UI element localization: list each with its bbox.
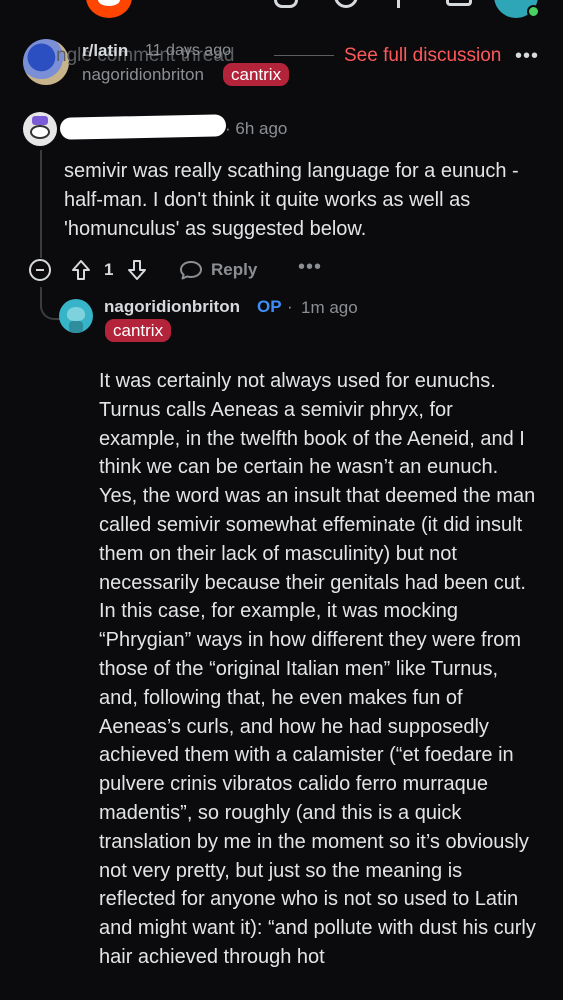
vote-count: 1 (104, 260, 114, 279)
reply-button[interactable]: Reply (211, 260, 257, 280)
upvote-icon[interactable] (70, 259, 92, 281)
reply-icon[interactable] (179, 259, 203, 281)
op-badge: OP (257, 297, 282, 316)
comment-more-icon[interactable]: ••• (298, 256, 322, 279)
reply-text: It was certainly not always used for eun… (99, 370, 536, 968)
see-full-discussion-link[interactable]: See full discussion (344, 45, 501, 67)
comment-body: semivir was really scathing language for… (64, 157, 544, 244)
commenter-avatar[interactable] (23, 112, 57, 146)
online-indicator (527, 5, 540, 18)
reply-author[interactable]: nagoridionbriton (104, 297, 240, 317)
op-avatar[interactable] (59, 299, 93, 333)
reply-body: It was certainly not always used for eun… (99, 367, 539, 972)
thread-line (40, 150, 42, 258)
inbox-icon[interactable] (446, 0, 472, 6)
thread-author[interactable]: nagoridionbriton (82, 65, 204, 85)
reply-author-flair: cantrix (105, 319, 172, 342)
subreddit-name[interactable]: r/latin (82, 41, 128, 61)
collapse-icon[interactable] (29, 259, 51, 281)
chat-icon[interactable] (274, 0, 298, 8)
header-divider (274, 55, 334, 56)
menu-icon[interactable] (6, 0, 36, 6)
comment-text: semivir was really scathing language for… (64, 160, 519, 240)
downvote-icon[interactable] (126, 259, 148, 281)
plus-icon[interactable] (397, 0, 400, 8)
separator-dot: · (287, 297, 293, 316)
search-icon[interactable] (334, 0, 358, 8)
top-nav-bar (0, 0, 563, 24)
reddit-logo-icon[interactable] (86, 0, 132, 18)
reply-time: 1m ago (301, 298, 358, 317)
author-flair: cantrix (223, 63, 290, 86)
comment-time: · 6h ago (225, 119, 288, 138)
header-more-icon[interactable]: ••• (515, 45, 539, 68)
redacted-username (59, 114, 227, 140)
thread-time: 11 days ago (145, 42, 231, 59)
